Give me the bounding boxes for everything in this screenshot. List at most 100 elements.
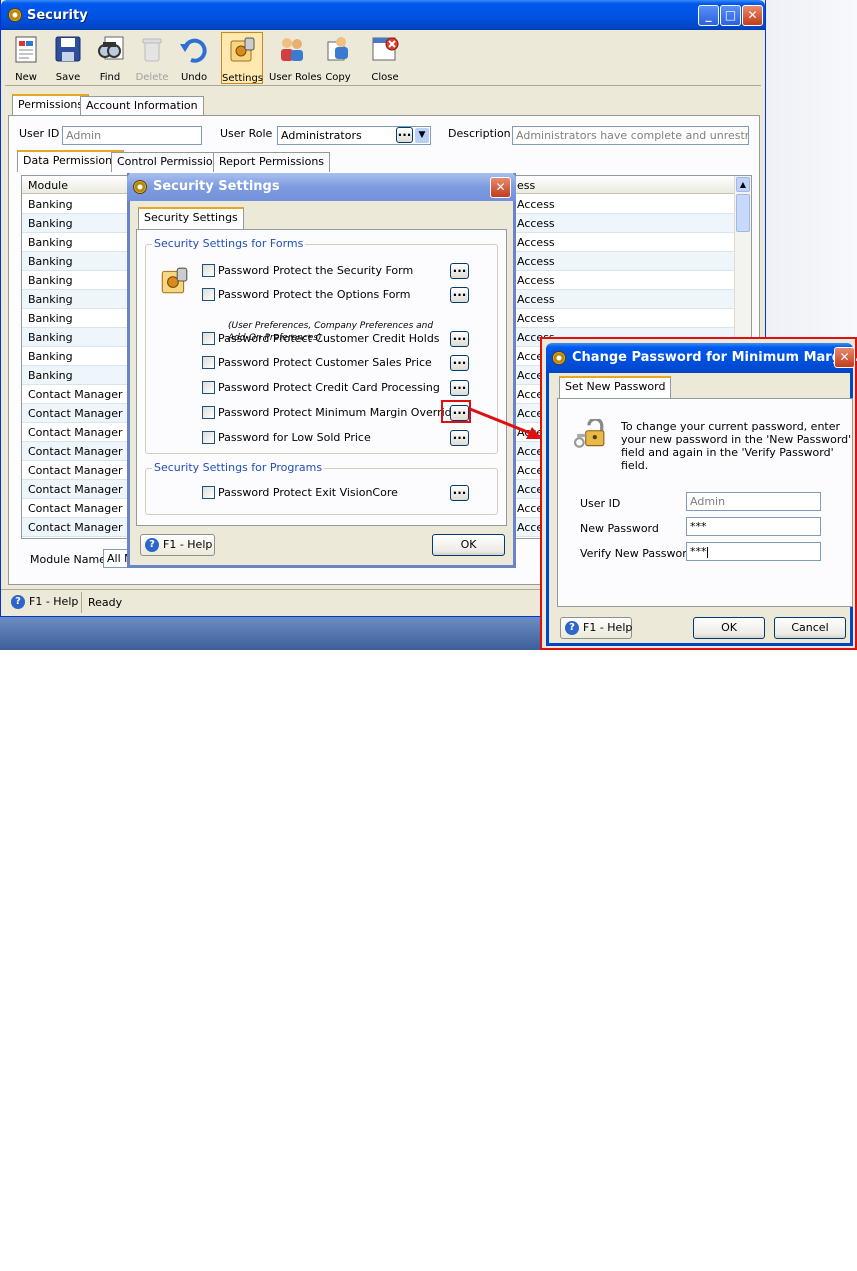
security-option-checkbox[interactable] xyxy=(202,332,215,345)
options-note-line-2: Add-On Preferences) xyxy=(228,333,322,343)
security-option-label: Password Protect Credit Card Processing xyxy=(218,381,440,394)
security-option-ellipsis-button[interactable]: ... xyxy=(450,262,469,279)
lock-key-icon xyxy=(574,419,605,448)
save-label: Save xyxy=(55,72,81,83)
tab-report-permissions[interactable]: Report Permissions xyxy=(213,152,331,172)
maximize-button[interactable]: □ xyxy=(720,5,741,26)
close-button[interactable]: Close xyxy=(364,32,406,84)
pw-user-id-field[interactable]: Admin xyxy=(686,492,821,511)
user-role-ellipsis-button[interactable]: ... xyxy=(396,127,413,143)
find-button[interactable]: Find xyxy=(89,32,131,84)
programs-group: Security Settings for Programs Password … xyxy=(145,461,498,515)
exit-visioncore-checkbox[interactable] xyxy=(202,486,215,499)
module-cell: Banking xyxy=(28,369,73,382)
module-cell: Contact Manager xyxy=(28,521,123,534)
undo-button[interactable]: Undo xyxy=(173,32,215,84)
options-note-line-1: (User Preferences, Company Preferences a… xyxy=(228,321,434,331)
user-roles-icon xyxy=(281,38,303,61)
user-role-label: User Role xyxy=(220,127,273,140)
find-binoculars-icon xyxy=(98,36,124,60)
module-cell: Banking xyxy=(28,255,73,268)
access-cell: Access xyxy=(517,217,555,230)
toolbar: New Save Find Delete Undo Settings User … xyxy=(5,30,761,86)
password-dialog-app-icon xyxy=(552,351,566,365)
pointer-arrow-icon xyxy=(469,407,542,439)
module-cell: Contact Manager xyxy=(28,445,123,458)
column-module[interactable]: Module xyxy=(28,179,68,192)
security-option-ellipsis-button[interactable]: ... xyxy=(450,379,469,396)
verify-password-field[interactable]: *** xyxy=(686,542,821,561)
settings-button[interactable]: Settings xyxy=(221,32,263,84)
module-cell: Banking xyxy=(28,293,73,306)
scroll-up-icon[interactable]: ▲ xyxy=(736,177,750,192)
security-option-checkbox[interactable] xyxy=(202,356,215,369)
text-cursor xyxy=(706,546,708,558)
minimize-icon: _ xyxy=(705,8,712,22)
security-option-checkbox[interactable] xyxy=(202,431,215,444)
app-icon xyxy=(8,8,22,22)
tab-account-information[interactable]: Account Information xyxy=(80,96,204,116)
maximize-icon: □ xyxy=(724,8,737,22)
security-option-label: Password for Low Sold Price xyxy=(218,431,371,444)
security-option-ellipsis-button[interactable]: ... xyxy=(450,429,469,446)
new-button[interactable]: New xyxy=(5,32,47,84)
window-titlebar[interactable]: Security _ □ ✕ xyxy=(1,0,765,30)
copy-button[interactable]: Copy xyxy=(317,32,359,84)
trash-icon xyxy=(142,38,162,62)
undo-label: Undo xyxy=(180,72,208,83)
security-option-checkbox[interactable] xyxy=(202,288,215,301)
settings-dialog-close-button[interactable]: ✕ xyxy=(490,177,511,198)
instructions-line-3: field and again in the 'Verify Password' xyxy=(621,446,834,459)
help-label: F1 - Help xyxy=(29,595,79,608)
description-field[interactable]: Administrators have complete and unrestr… xyxy=(512,126,749,145)
settings-help-button[interactable]: ? F1 - Help xyxy=(140,534,215,556)
tab-security-settings[interactable]: Security Settings xyxy=(138,207,244,229)
close-window-button[interactable]: ✕ xyxy=(742,5,763,26)
tab-permissions[interactable]: Permissions xyxy=(12,94,90,116)
security-option-checkbox[interactable] xyxy=(202,264,215,277)
settings-dialog-titlebar[interactable]: Security Settings ✕ xyxy=(127,173,516,201)
password-dialog-close-button[interactable]: ✕ xyxy=(834,347,855,368)
chevron-down-icon[interactable]: ▼ xyxy=(415,128,429,143)
security-option-ellipsis-button[interactable]: ... xyxy=(450,330,469,347)
security-option-checkbox[interactable] xyxy=(202,381,215,394)
tab-data-permissions[interactable]: Data Permissions xyxy=(17,150,124,172)
tab-set-new-password[interactable]: Set New Password xyxy=(559,376,672,398)
password-help-button[interactable]: ? F1 - Help xyxy=(560,617,632,639)
module-cell: Banking xyxy=(28,312,73,325)
module-cell: Contact Manager xyxy=(28,388,123,401)
user-roles-button[interactable]: User Roles xyxy=(269,32,322,84)
help-button[interactable]: ? F1 - Help xyxy=(7,592,83,614)
scroll-thumb[interactable] xyxy=(736,194,750,232)
user-role-select[interactable]: Administrators ... ▼ xyxy=(277,126,431,145)
delete-button[interactable]: Delete xyxy=(131,32,173,84)
user-id-field[interactable]: Admin xyxy=(62,126,202,145)
password-ok-button[interactable]: OK xyxy=(693,617,765,639)
password-dialog-titlebar[interactable]: Change Password for Minimum Margin... ✕ xyxy=(546,343,857,373)
column-access[interactable]: ess xyxy=(517,179,535,192)
save-button[interactable]: Save xyxy=(47,32,89,84)
new-password-field[interactable]: *** xyxy=(686,517,821,536)
minimize-button[interactable]: _ xyxy=(698,5,719,26)
programs-group-title: Security Settings for Programs xyxy=(152,461,325,474)
password-cancel-button[interactable]: Cancel xyxy=(774,617,846,639)
verify-password-label: Verify New Password xyxy=(580,547,694,560)
help-icon: ? xyxy=(565,621,579,635)
settings-label: Settings xyxy=(222,73,264,84)
settings-ok-button[interactable]: OK xyxy=(432,534,505,556)
change-password-dialog: Change Password for Minimum Margin... ✕ … xyxy=(540,337,857,650)
settings-icon xyxy=(230,37,255,62)
description-label: Description xyxy=(448,127,511,140)
core-logo: CORE xyxy=(4,1236,136,1271)
security-option-checkbox[interactable] xyxy=(202,406,215,419)
module-cell: Contact Manager xyxy=(28,407,123,420)
find-label: Find xyxy=(99,72,121,83)
undo-arrow-icon xyxy=(180,38,207,63)
security-option-ellipsis-button[interactable]: ... xyxy=(450,354,469,371)
close-form-icon xyxy=(372,37,399,61)
user-id-label: User ID xyxy=(19,127,60,140)
module-cell: Banking xyxy=(28,217,73,230)
security-option-ellipsis-button[interactable]: ... xyxy=(450,286,469,303)
exit-visioncore-ellipsis-button[interactable]: ... xyxy=(450,484,469,501)
copy-icon xyxy=(327,37,348,61)
